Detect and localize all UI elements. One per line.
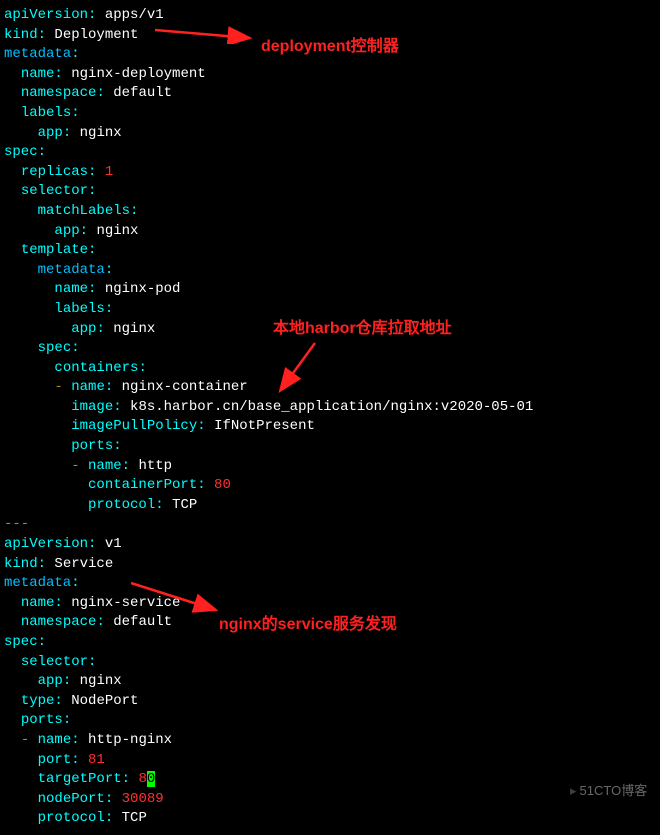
yaml-line: matchLabels:: [4, 202, 656, 222]
yaml-line: apiVersion: apps/v1: [4, 6, 656, 26]
yaml-line: kind: Service: [4, 555, 656, 575]
yaml-separator: ---: [4, 515, 656, 535]
yaml-line: protocol: TCP: [4, 496, 656, 516]
yaml-line: template:: [4, 241, 656, 261]
yaml-line: - name: http-nginx: [4, 731, 656, 751]
yaml-line: targetPort: 80: [4, 770, 656, 790]
yaml-line: metadata:: [4, 574, 656, 594]
yaml-line: containers:: [4, 359, 656, 379]
yaml-line: app: nginx: [4, 124, 656, 144]
yaml-line: metadata:: [4, 45, 656, 65]
yaml-line: app: nginx: [4, 672, 656, 692]
yaml-line: protocol: TCP: [4, 809, 656, 829]
yaml-line: imagePullPolicy: IfNotPresent: [4, 417, 656, 437]
yaml-line: labels:: [4, 300, 656, 320]
yaml-line: name: nginx-deployment: [4, 65, 656, 85]
yaml-line: nodePort: 30089: [4, 790, 656, 810]
yaml-line: selector:: [4, 653, 656, 673]
yaml-line: spec:: [4, 633, 656, 653]
yaml-line: ports:: [4, 437, 656, 457]
yaml-line: apiVersion: v1: [4, 535, 656, 555]
yaml-line: app: nginx: [4, 320, 656, 340]
terminal-cursor: 0: [147, 771, 155, 787]
yaml-line: app: nginx: [4, 222, 656, 242]
yaml-line: - name: http: [4, 457, 656, 477]
yaml-line: replicas: 1: [4, 163, 656, 183]
yaml-line: name: nginx-service: [4, 594, 656, 614]
yaml-line: labels:: [4, 104, 656, 124]
yaml-line: namespace: default: [4, 613, 656, 633]
yaml-line: port: 81: [4, 751, 656, 771]
yaml-line: kind: Deployment: [4, 26, 656, 46]
yaml-line: spec:: [4, 339, 656, 359]
yaml-line: containerPort: 80: [4, 476, 656, 496]
yaml-line: ports:: [4, 711, 656, 731]
yaml-line: - name: nginx-container: [4, 378, 656, 398]
yaml-line: name: nginx-pod: [4, 280, 656, 300]
yaml-line: image: k8s.harbor.cn/base_application/ng…: [4, 398, 656, 418]
watermark: ▸51CTO博客: [570, 782, 647, 800]
yaml-line: type: NodePort: [4, 692, 656, 712]
yaml-line: spec:: [4, 143, 656, 163]
yaml-line: selector:: [4, 182, 656, 202]
yaml-line: namespace: default: [4, 84, 656, 104]
yaml-line: metadata:: [4, 261, 656, 281]
